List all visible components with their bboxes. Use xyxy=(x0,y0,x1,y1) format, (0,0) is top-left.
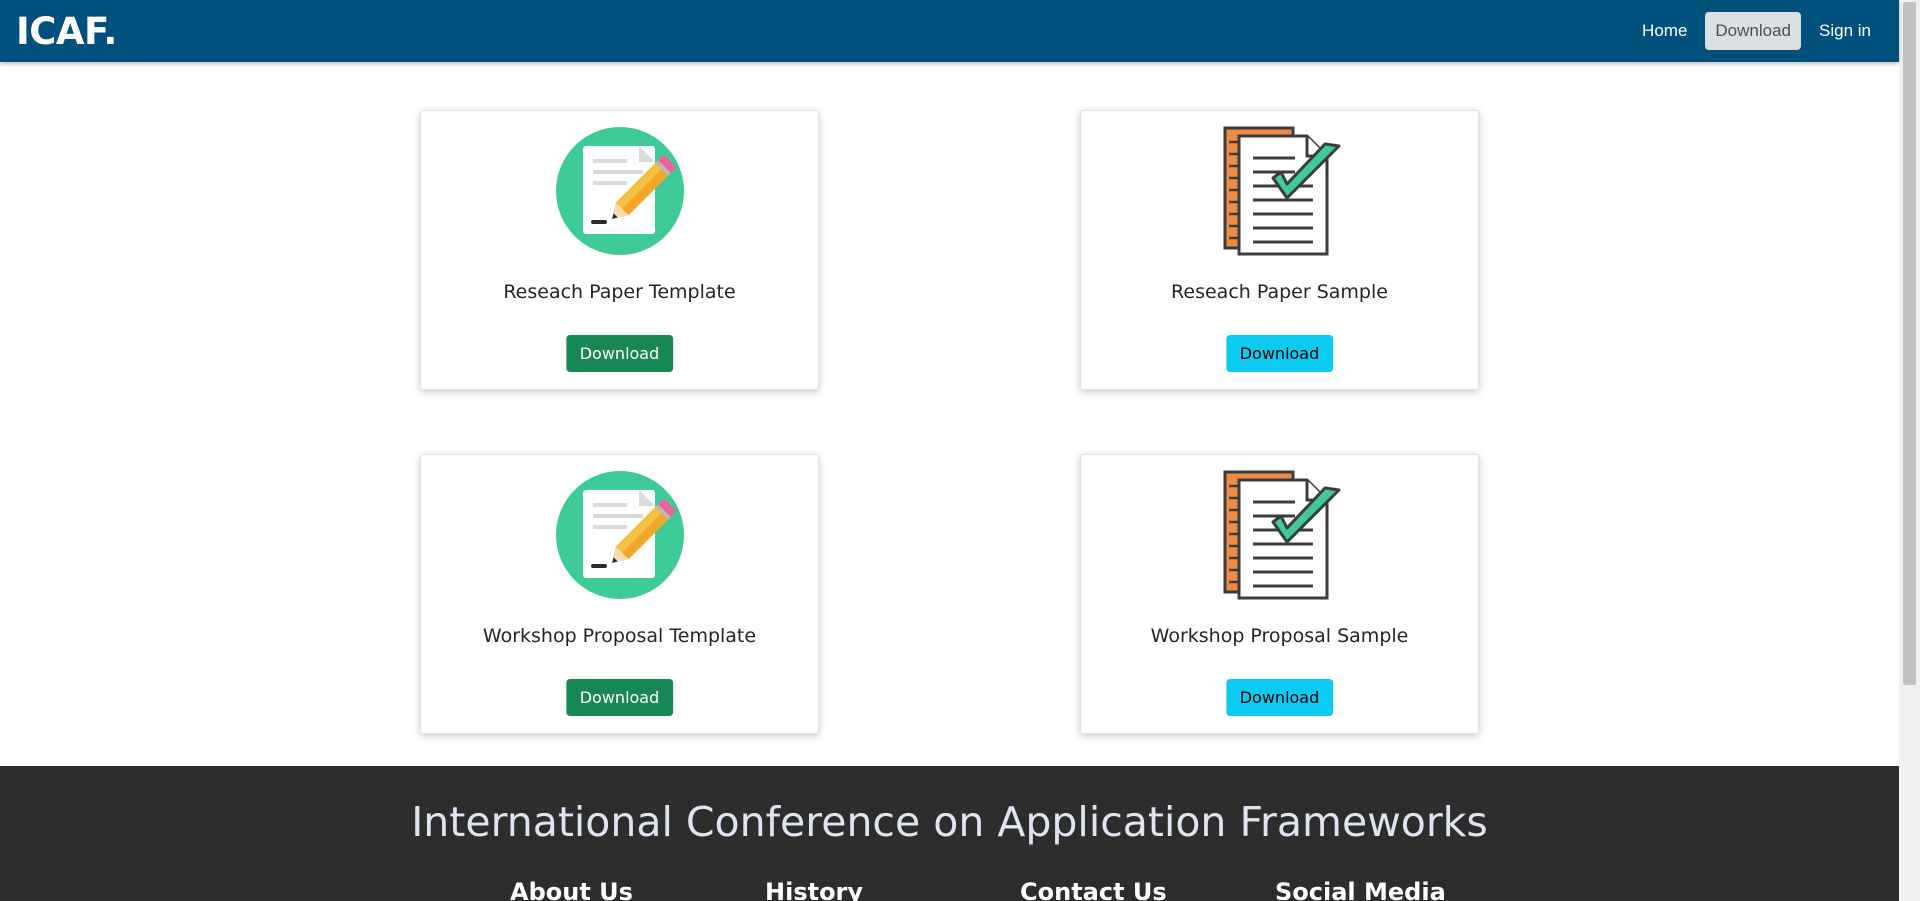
card-title: Reseach Paper Sample xyxy=(1171,281,1388,303)
footer-title: International Conference on Application … xyxy=(411,798,1488,846)
footer-social-media[interactable]: Social Media xyxy=(1275,878,1446,901)
download-button[interactable]: Download xyxy=(1225,335,1334,372)
nav-home-link[interactable]: Home xyxy=(1632,12,1697,50)
nav-signin-link[interactable]: Sign in xyxy=(1809,12,1881,50)
checklist-document-icon xyxy=(1081,470,1478,600)
download-card-workshop-template: Workshop Proposal Template Download xyxy=(420,454,819,734)
download-card-research-template: Reseach Paper Template Download xyxy=(420,110,819,390)
nav-links: Home Download Sign in xyxy=(1632,12,1881,50)
top-navbar: ICAF. Home Download Sign in xyxy=(0,0,1899,62)
checklist-document-icon xyxy=(1081,126,1478,256)
nav-download-link[interactable]: Download xyxy=(1705,12,1802,50)
download-button[interactable]: Download xyxy=(1225,679,1334,716)
card-title: Reseach Paper Template xyxy=(503,281,736,303)
download-card-research-sample: Reseach Paper Sample Download xyxy=(1080,110,1479,390)
card-title: Workshop Proposal Template xyxy=(482,625,757,647)
pencil-document-icon xyxy=(421,126,818,256)
pencil-document-icon xyxy=(421,470,818,600)
download-card-workshop-sample: Workshop Proposal Sample Download xyxy=(1080,454,1479,734)
brand-logo[interactable]: ICAF. xyxy=(16,10,117,53)
scrollbar-thumb[interactable] xyxy=(1903,2,1916,685)
download-button[interactable]: Download xyxy=(565,679,674,716)
site-footer: International Conference on Application … xyxy=(0,766,1899,901)
footer-about-us[interactable]: About Us xyxy=(510,878,633,901)
footer-history[interactable]: History xyxy=(765,878,863,901)
download-button[interactable]: Download xyxy=(565,335,674,372)
footer-contact-us[interactable]: Contact Us xyxy=(1020,878,1167,901)
card-title: Workshop Proposal Sample xyxy=(1150,625,1409,647)
page-scrollbar[interactable] xyxy=(1899,0,1920,901)
